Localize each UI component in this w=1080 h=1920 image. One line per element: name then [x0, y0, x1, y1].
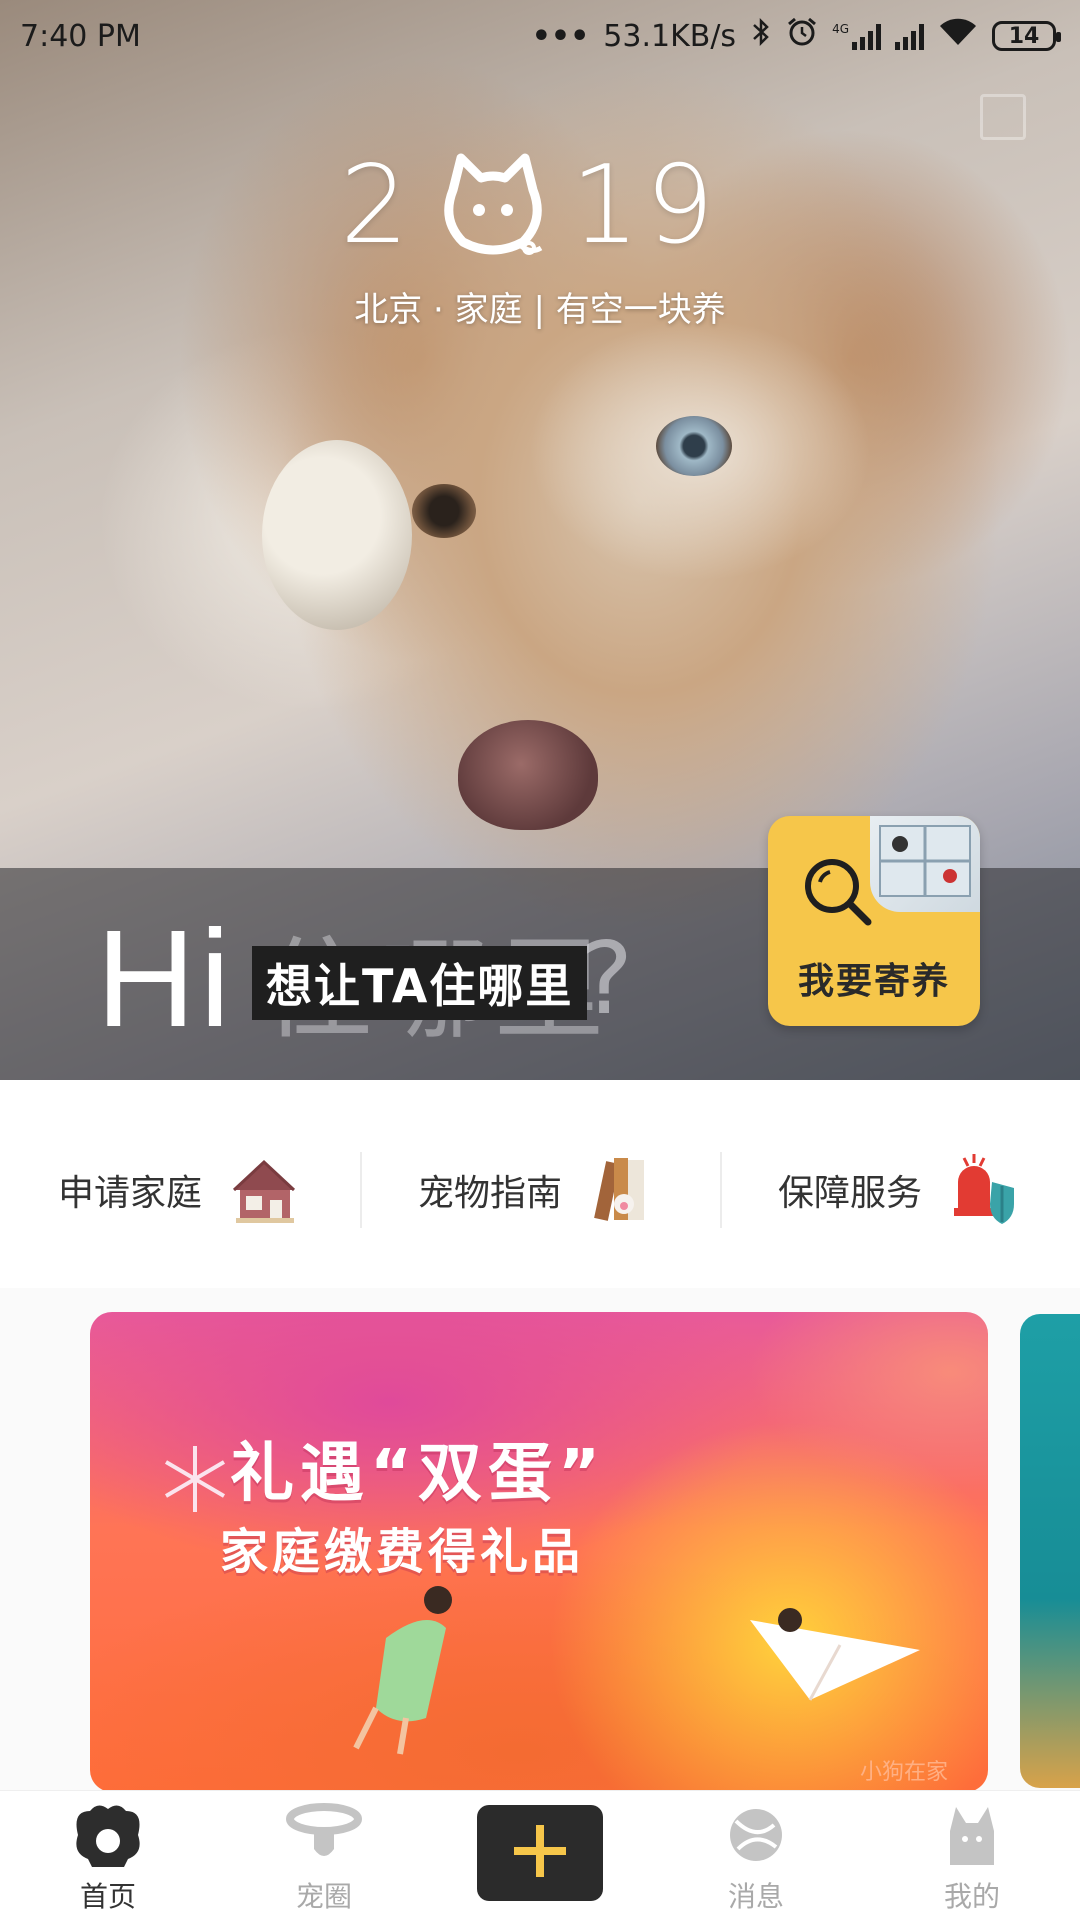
hi-question-mark: ?	[580, 920, 634, 1037]
next-banner-peek[interactable]	[1020, 1314, 1080, 1788]
pet-collar-icon	[284, 1801, 364, 1871]
tab-publish[interactable]	[432, 1791, 648, 1920]
house-icon	[226, 1152, 302, 1228]
snowflake-icon	[158, 1442, 232, 1516]
girl-illustration	[346, 1578, 476, 1758]
foster-button-label: 我要寄养	[797, 961, 950, 1002]
year-left: 2	[340, 142, 415, 268]
battery-icon: 14	[992, 21, 1061, 51]
quick-entry-label: 保障服务	[777, 1173, 922, 1214]
tab-pet-circle[interactable]: 宠圈	[216, 1791, 432, 1920]
tab-profile[interactable]: 我的	[864, 1791, 1080, 1920]
message-ball-icon	[716, 1801, 796, 1871]
tab-label: 我的	[943, 1880, 1000, 1913]
plus-icon	[510, 1821, 570, 1885]
cellular-signal-icon: 4G	[832, 22, 881, 50]
dog-nose-image	[458, 720, 598, 830]
banner-brand: 小狗在家	[859, 1760, 948, 1785]
dog-eye-image	[656, 416, 732, 476]
profile-pet-icon	[932, 1801, 1012, 1871]
banner-subtitle: 家庭缴费得礼品	[220, 1524, 585, 1580]
home-dog-icon	[68, 1801, 148, 1871]
dog-eye-image	[412, 484, 476, 538]
year-right: 19	[570, 142, 721, 268]
quick-entry-apply-family[interactable]: 申请家庭	[0, 1100, 360, 1280]
battery-level: 14	[1008, 23, 1040, 49]
wifi-icon	[938, 17, 978, 55]
network-type: 4G	[832, 22, 849, 36]
where-to-stay-label[interactable]: 想让TA住哪里	[252, 946, 588, 1020]
search-icon	[798, 852, 878, 932]
hi-greeting: Hi	[96, 902, 235, 1056]
cat-face-icon	[433, 150, 553, 260]
shield-alarm-icon	[946, 1152, 1022, 1228]
status-icons: ••• 53.1KB/s 4G 14	[531, 16, 1061, 56]
bottom-tab-bar: 首页 宠圈 消息 我的	[0, 1790, 1080, 1920]
network-speed: 53.1KB/s	[603, 18, 737, 54]
tab-messages[interactable]: 消息	[648, 1791, 864, 1920]
tab-label: 消息	[727, 1880, 784, 1913]
quick-entry-protection[interactable]: 保障服务	[720, 1100, 1080, 1280]
scan-icon[interactable]	[980, 94, 1026, 140]
winter-scene-sticker	[870, 816, 980, 912]
alarm-icon	[786, 16, 818, 56]
quick-entry-label: 申请家庭	[57, 1173, 202, 1214]
foster-button[interactable]: 我要寄养	[768, 816, 980, 1026]
status-dots: •••	[531, 18, 590, 54]
cellular-signal-2-icon	[895, 22, 924, 50]
paper-plane-illustration	[750, 1590, 930, 1710]
guide-book-icon	[586, 1152, 662, 1228]
bluetooth-icon	[750, 17, 772, 55]
promo-banner[interactable]: 礼遇“双蛋” 家庭缴费得礼品 小狗在家	[90, 1312, 988, 1792]
year-logo: 2 19	[340, 140, 720, 270]
status-bar: 7:40 PM ••• 53.1KB/s 4G 14	[0, 0, 1080, 72]
quick-entry-row: 申请家庭 宠物指南 保障服务	[0, 1100, 1080, 1280]
tab-label: 宠圈	[295, 1880, 352, 1913]
quick-entry-label: 宠物指南	[417, 1173, 562, 1214]
publish-button[interactable]	[477, 1804, 603, 1901]
banner-title: 礼遇“双蛋”	[230, 1437, 607, 1511]
tab-label: 首页	[79, 1880, 136, 1913]
toy-ball-image	[262, 440, 412, 630]
hero-tagline: 北京 · 家庭 | 有空一块养	[354, 290, 726, 330]
tab-home[interactable]: 首页	[0, 1791, 216, 1920]
status-time: 7:40 PM	[20, 18, 141, 54]
quick-entry-pet-guide[interactable]: 宠物指南	[360, 1100, 720, 1280]
